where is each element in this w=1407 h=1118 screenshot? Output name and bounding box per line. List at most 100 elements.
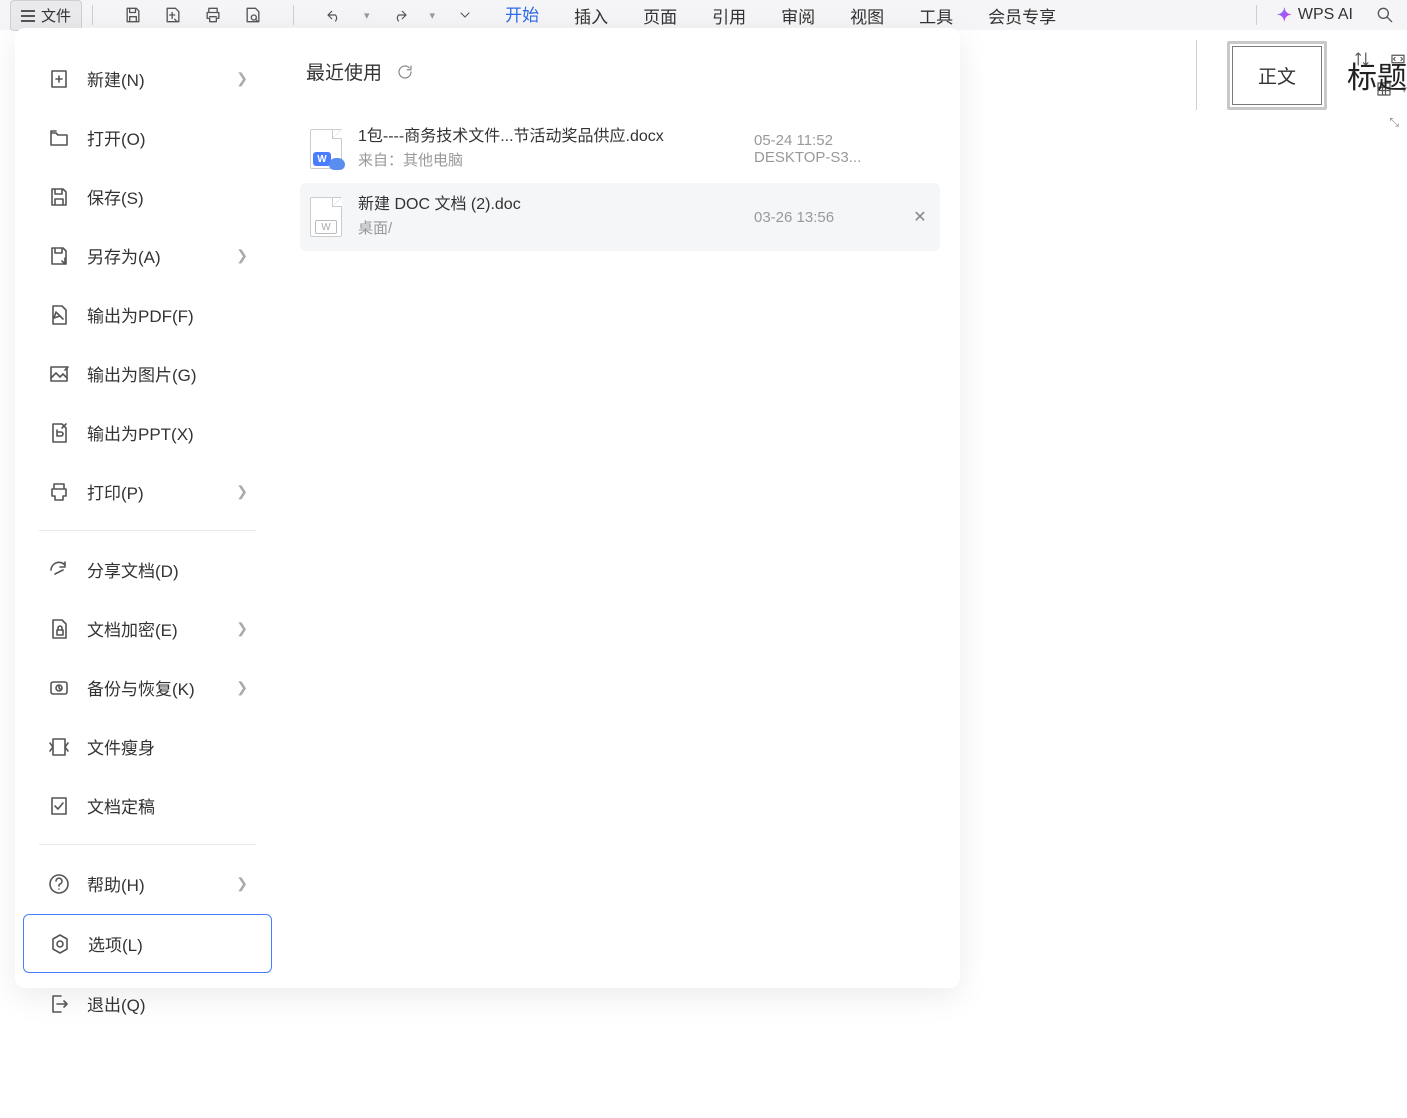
print-icon[interactable] (203, 5, 223, 25)
file-menu-item-pdf[interactable]: 输出为PDF(F) (23, 286, 272, 343)
recent-file-row[interactable]: W 1包----商务技术文件...节活动奖品供应.docx 来自：其他电脑 05… (300, 115, 940, 183)
file-menu-label: 退出(Q) (87, 991, 248, 1016)
save-icon (47, 185, 71, 209)
chevron-right-icon: ❯ (236, 247, 248, 264)
file-menu-label: 输出为PPT(X) (87, 420, 248, 445)
recent-file-device: DESKTOP-S3... (754, 149, 894, 166)
pdf-icon (47, 303, 71, 327)
chevron-right-icon: ❯ (236, 679, 248, 696)
file-menu-button[interactable]: 文件 (10, 0, 82, 31)
file-menu-label: 帮助(H) (87, 871, 220, 896)
tab-member[interactable]: 会员专享 (988, 0, 1056, 32)
recent-file-info: 1包----商务技术文件...节活动奖品供应.docx 来自：其他电脑 (358, 125, 738, 173)
file-menu-item-print[interactable]: 打印(P) ❯ (23, 463, 272, 520)
save-icon[interactable] (123, 5, 143, 25)
document-icon: W (310, 197, 342, 237)
image-icon (47, 362, 71, 386)
recent-file-info: 新建 DOC 文档 (2).doc 桌面/ (358, 193, 738, 241)
search-icon[interactable] (1375, 5, 1395, 25)
more-dropdown-icon[interactable] (455, 5, 475, 25)
chevron-right-icon: ❯ (236, 875, 248, 892)
recent-header: 最近使用 (300, 58, 940, 85)
separator (39, 844, 256, 845)
exit-icon (47, 992, 71, 1016)
undo-dropdown[interactable]: ▾ (364, 9, 370, 22)
tab-reference[interactable]: 引用 (712, 0, 746, 32)
file-menu-item-saveas[interactable]: 另存为(A) ❯ (23, 227, 272, 284)
file-menu-item-help[interactable]: 帮助(H) ❯ (23, 855, 272, 912)
recent-file-row[interactable]: W 新建 DOC 文档 (2).doc 桌面/ 03-26 13:56 ✕ (300, 183, 940, 251)
close-icon[interactable]: ✕ (910, 207, 930, 227)
styles-gallery: 正文 标题 (1186, 40, 1407, 110)
file-menu-label: 分享文档(D) (87, 557, 248, 582)
recent-file-source: 来自：其他电脑 (358, 149, 738, 173)
file-menu-label: 备份与恢复(K) (87, 675, 220, 700)
file-menu-item-image[interactable]: 输出为图片(G) (23, 345, 272, 402)
ai-logo-icon: ✦ (1277, 5, 1292, 26)
chevron-right-icon: ❯ (236, 70, 248, 87)
divider (293, 5, 294, 25)
file-menu-item-share[interactable]: 分享文档(D) (23, 541, 272, 598)
file-menu-item-encrypt[interactable]: 文档加密(E) ❯ (23, 600, 272, 657)
expand-corner-icon[interactable]: ⤡ (1389, 115, 1399, 130)
file-menu-panel: 新建(N) ❯ 打开(O) 保存(S) 另存为(A) ❯ 输出为PDF(F) 输… (15, 28, 960, 988)
file-menu-label: 输出为PDF(F) (87, 302, 248, 327)
encrypt-icon (47, 617, 71, 641)
tab-tools[interactable]: 工具 (919, 0, 953, 32)
recent-file-source: 桌面/ (358, 217, 738, 241)
undo-icon[interactable] (324, 5, 344, 25)
file-menu-item-open[interactable]: 打开(O) (23, 109, 272, 166)
file-menu-label: 新建(N) (87, 66, 220, 91)
file-menu-label: 另存为(A) (87, 243, 220, 268)
print-icon (47, 480, 71, 504)
chevron-right-icon: ❯ (236, 483, 248, 500)
quick-access: ▾ ▾ (123, 5, 475, 25)
redo-icon[interactable] (390, 5, 410, 25)
chevron-right-icon: ❯ (236, 620, 248, 637)
recent-files-area: 最近使用 W 1包----商务技术文件...节活动奖品供应.docx 来自：其他… (280, 28, 960, 988)
file-menu-label: 文件瘦身 (87, 734, 248, 759)
file-menu-item-ppt[interactable]: 输出为PPT(X) (23, 404, 272, 461)
options-icon (48, 932, 72, 956)
recent-file-name: 新建 DOC 文档 (2).doc (358, 193, 738, 217)
file-menu-item-backup[interactable]: 备份与恢复(K) ❯ (23, 659, 272, 716)
backup-icon (47, 676, 71, 700)
file-menu-item-slim[interactable]: 文件瘦身 (23, 718, 272, 775)
file-menu-item-final[interactable]: 文档定稿 (23, 777, 272, 834)
wps-ai-button[interactable]: ✦ WPS AI (1277, 5, 1353, 26)
file-menu-item-exit[interactable]: 退出(Q) (23, 975, 272, 1032)
recent-files-list: W 1包----商务技术文件...节活动奖品供应.docx 来自：其他电脑 05… (300, 115, 940, 251)
recent-file-meta: 03-26 13:56 (754, 209, 894, 226)
file-menu-item-save[interactable]: 保存(S) (23, 168, 272, 225)
recent-file-meta: 05-24 11:52 DESKTOP-S3... (754, 132, 894, 166)
export-icon[interactable] (163, 5, 183, 25)
refresh-icon[interactable] (396, 63, 414, 81)
divider (1196, 40, 1197, 110)
divider (1256, 5, 1257, 25)
tab-view[interactable]: 视图 (850, 0, 884, 32)
tab-insert[interactable]: 插入 (574, 0, 608, 32)
file-menu-item-options[interactable]: 选项(L) (23, 914, 272, 973)
style-title[interactable]: 标题 (1347, 53, 1407, 97)
wps-ai-label: WPS AI (1298, 6, 1353, 24)
file-menu-label: 打开(O) (87, 125, 248, 150)
recent-file-name: 1包----商务技术文件...节活动奖品供应.docx (358, 125, 738, 149)
redo-dropdown[interactable]: ▾ (430, 9, 436, 22)
file-menu-label: 保存(S) (87, 184, 248, 209)
file-menu-label: 文档定稿 (87, 793, 248, 818)
style-normal[interactable]: 正文 (1227, 41, 1327, 110)
file-menu-item-new[interactable]: 新建(N) ❯ (23, 50, 272, 107)
recent-file-time: 03-26 13:56 (754, 209, 894, 226)
share-icon (47, 558, 71, 582)
document-icon: W (310, 129, 342, 169)
help-icon (47, 872, 71, 896)
tab-review[interactable]: 审阅 (781, 0, 815, 32)
recent-file-time: 05-24 11:52 (754, 132, 894, 149)
file-menu-label: 输出为图片(G) (87, 361, 248, 386)
saveas-icon (47, 244, 71, 268)
file-menu-label: 选项(L) (88, 931, 247, 956)
final-icon (47, 794, 71, 818)
preview-icon[interactable] (243, 5, 263, 25)
tab-page[interactable]: 页面 (643, 0, 677, 32)
ppt-icon (47, 421, 71, 445)
